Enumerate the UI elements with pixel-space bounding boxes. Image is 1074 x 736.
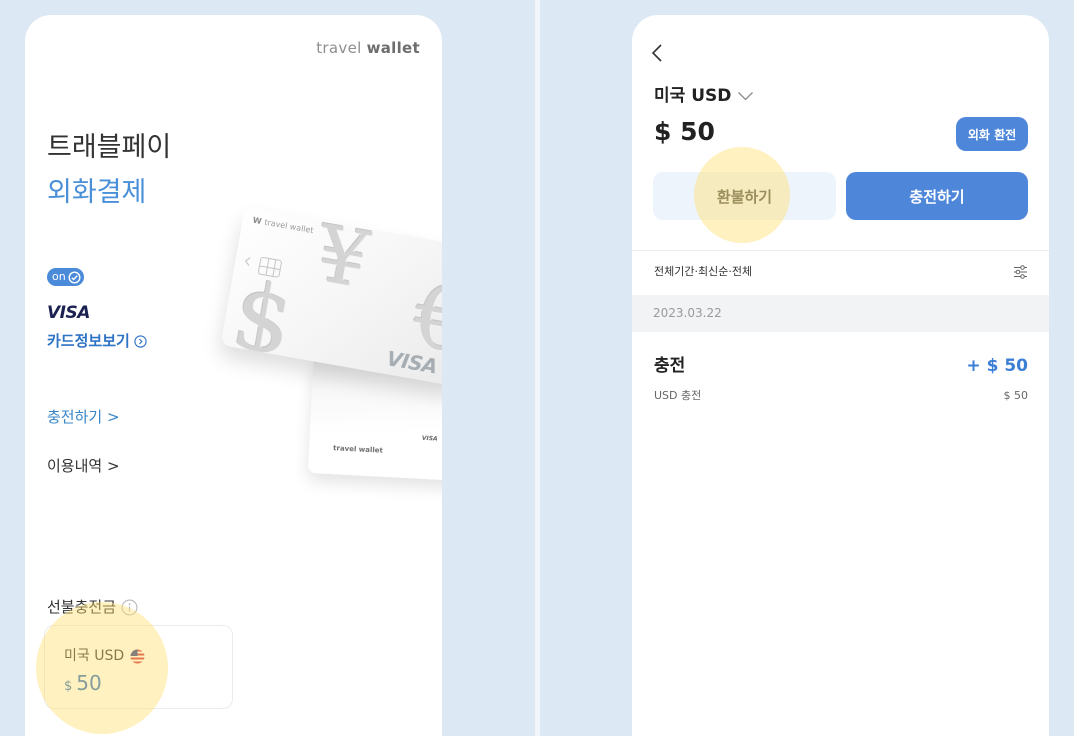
card-back-logo: travel wallet	[332, 444, 384, 455]
transaction-sub-amount: $ 50	[1003, 389, 1029, 402]
history-date: 2023.03.22	[653, 306, 722, 320]
currency-balance: $ 50	[654, 117, 715, 146]
prepaid-currency-symbol: $	[64, 679, 73, 694]
page-title-line1: 트래블페이	[47, 132, 172, 163]
exchange-button[interactable]: 외화 환전	[956, 117, 1028, 151]
currency-selector-label: 미국 USD	[654, 86, 732, 106]
us-flag-icon	[130, 649, 145, 663]
card-network-label: VISA	[47, 303, 90, 323]
prepaid-currency: 미국 USD	[64, 646, 145, 666]
section-divider	[632, 250, 1049, 251]
circle-chevron-right-icon	[134, 334, 147, 348]
history-link[interactable]: 이용내역 >	[47, 456, 120, 476]
prepaid-balance-card[interactable]: 미국 USD $50	[44, 625, 233, 709]
transaction-amount: + $ 50	[966, 356, 1028, 376]
brand-logo-light: travel	[316, 39, 362, 57]
card-chip-icon	[257, 256, 283, 279]
card-logo-text: travel wallet	[263, 217, 315, 236]
chevron-left-icon[interactable]	[650, 43, 664, 63]
card-chevron-left-icon	[244, 257, 251, 266]
currency-selector[interactable]: 미국 USD	[654, 85, 754, 107]
transaction-row[interactable]: 충전 + $ 50 USD 충전 $ 50	[632, 351, 1049, 409]
card-symbol-yen: ¥	[310, 209, 375, 307]
card-front-logo: Wtravel wallet	[252, 216, 314, 237]
prepaid-amount-value: 50	[76, 671, 102, 695]
card-symbol-dollar: $	[224, 261, 302, 378]
prepaid-balance-label: 선불충전금	[47, 598, 117, 616]
filter-sliders-icon[interactable]	[1013, 265, 1028, 279]
charge-button[interactable]: 충전하기	[846, 172, 1028, 220]
card-info-link[interactable]: 카드정보보기	[47, 331, 147, 351]
card-back-network-logo: VISA	[421, 434, 438, 443]
card-logo-mark: W	[252, 215, 263, 227]
transaction-title: 충전	[654, 356, 686, 376]
info-icon[interactable]	[121, 599, 138, 616]
card-on-toggle[interactable]: on	[47, 268, 84, 286]
brand-logo: travel wallet	[316, 38, 420, 58]
brand-logo-bold: wallet	[366, 39, 420, 57]
filter-summary[interactable]: 전체기간·최신순·전체	[654, 265, 752, 279]
panel-divider	[535, 0, 540, 736]
history-date-header: 2023.03.22	[632, 295, 1049, 332]
currency-detail-screen: 미국 USD $ 50 외화 환전 환불하기 충전하기 전체기간·최신순·전체 …	[632, 15, 1049, 736]
card-info-link-label: 카드정보보기	[47, 332, 130, 350]
refund-button[interactable]: 환불하기	[653, 172, 836, 220]
transaction-subtitle: USD 충전	[654, 389, 702, 402]
card-home-screen: travel wallet 트래블페이 외화결제 travel wallet VI…	[25, 15, 442, 736]
prepaid-currency-label: 미국 USD	[64, 648, 125, 664]
prepaid-balance-heading: 선불충전금	[47, 597, 138, 617]
check-circle-icon	[68, 270, 81, 284]
card-image-front: ¥ $ € Wtravel wallet VISA	[220, 207, 442, 387]
prepaid-amount: $50	[64, 670, 102, 696]
page-title-line2: 외화결제	[47, 177, 147, 208]
chevron-down-icon	[738, 92, 754, 101]
charge-link[interactable]: 충전하기 >	[47, 407, 120, 427]
toggle-label: on	[52, 270, 66, 283]
